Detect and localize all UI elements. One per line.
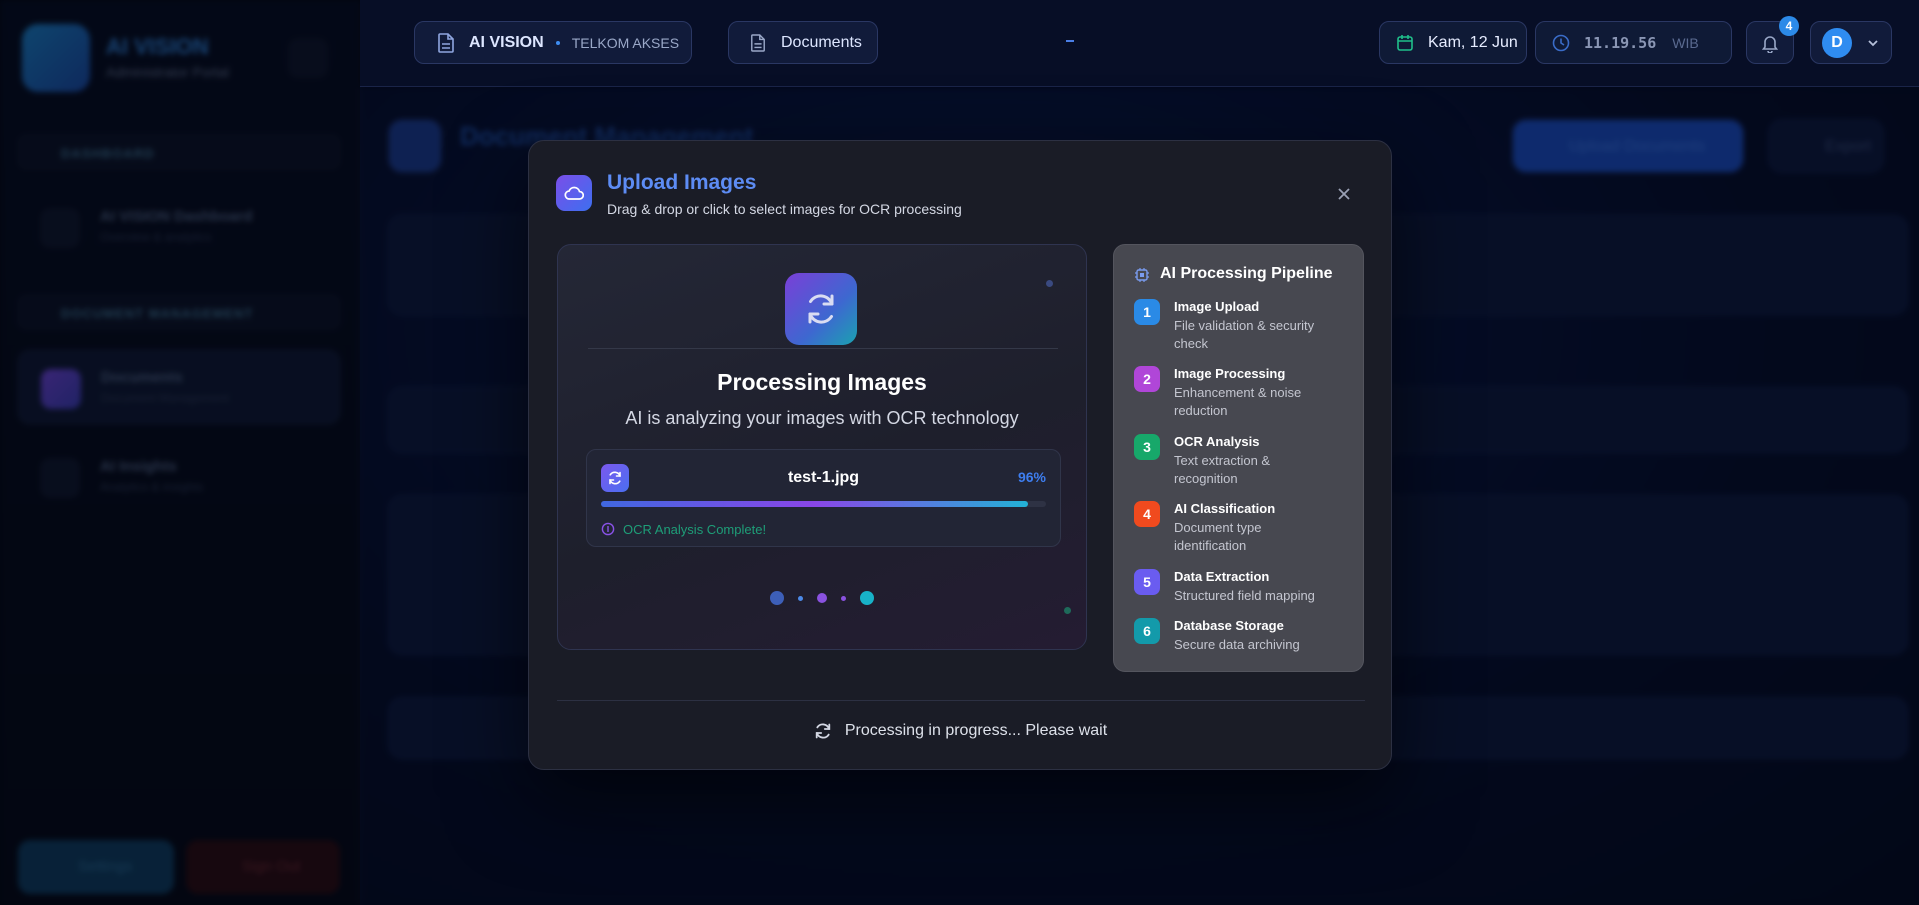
pipeline-panel: AI Processing Pipeline 1 Image Upload File… (1113, 244, 1364, 672)
step-description: Secure data archiving (1174, 637, 1300, 652)
file-progress-card: test-1.jpg 96% OCR Analysis Complete! (586, 449, 1061, 547)
date-text: Kam, 12 Jun (1428, 33, 1518, 51)
timezone-text: WIB (1672, 34, 1699, 51)
modal-subtitle: Drag & drop or click to select images fo… (607, 201, 962, 217)
notification-badge: 4 (1779, 16, 1799, 36)
document-icon (747, 32, 769, 54)
refresh-icon (815, 723, 831, 739)
step-number-badge: 1 (1134, 299, 1160, 325)
cloud-icon (556, 175, 592, 211)
time-text: 11.19.56 (1584, 33, 1657, 52)
bell-icon (1759, 32, 1781, 54)
notifications-button[interactable]: 4 (1746, 16, 1799, 64)
close-icon (1338, 188, 1350, 200)
step-number-badge: 6 (1134, 618, 1160, 644)
step-title: AI Classification (1174, 501, 1276, 516)
step-number-badge: 5 (1134, 569, 1160, 595)
close-button[interactable] (1333, 183, 1355, 205)
decorative-sparkle (1046, 280, 1053, 287)
loading-dot (860, 591, 874, 605)
modal-footer: Processing in progress... Please wait (529, 721, 1391, 741)
step-description: File validation & security check (1174, 318, 1315, 351)
step-number-badge: 4 (1134, 501, 1160, 527)
refresh-icon (785, 273, 857, 345)
loading-dot (841, 595, 846, 601)
brand-dot (555, 40, 560, 45)
loading-dot (817, 593, 827, 603)
step-title: Image Processing (1174, 366, 1286, 381)
progress-fill (601, 501, 1029, 507)
loading-dot (770, 591, 784, 605)
breadcrumb-label: Documents (781, 33, 862, 51)
document-icon (435, 32, 457, 54)
step-title: Data Extraction (1174, 569, 1270, 584)
step-description: Enhancement & noise reduction (1174, 385, 1302, 418)
date-display: Kam, 12 Jun (1379, 21, 1527, 64)
sidebar-dim-overlay (0, 0, 360, 905)
cpu-icon (1135, 268, 1149, 282)
decorative-sparkle (1064, 607, 1071, 614)
loading-dots (558, 591, 1086, 605)
pipeline-title: AI Processing Pipeline (1160, 265, 1333, 282)
chevron-down-icon (1862, 32, 1884, 54)
breadcrumb-separator (1066, 40, 1074, 42)
step-title: Database Storage (1174, 618, 1284, 633)
brand-subtitle: TELKOM AKSES (571, 34, 680, 51)
step-title: OCR Analysis (1174, 434, 1260, 449)
loading-dot (798, 595, 803, 601)
divider (557, 700, 1365, 701)
clock-icon (1550, 32, 1572, 54)
file-name: test-1.jpg (787, 469, 860, 486)
processing-subtitle: AI is analyzing your images with OCR tec… (625, 408, 1019, 428)
divider (588, 348, 1058, 349)
brand-pill[interactable]: AI VISION TELKOM AKSES (414, 21, 692, 64)
top-bar: AI VISION TELKOM AKSES Documents Kam, 12… (360, 0, 1919, 87)
step-title: Image Upload (1174, 299, 1260, 314)
calendar-icon (1394, 32, 1416, 54)
file-status: OCR Analysis Complete! (623, 522, 767, 537)
file-percent: 96% (1017, 469, 1046, 485)
time-display: 11.19.56 WIB (1535, 21, 1732, 64)
user-menu-button[interactable]: D (1810, 21, 1892, 64)
step-description: Document type identification (1174, 520, 1262, 553)
modal-title: Upload Images (607, 171, 757, 194)
upload-images-modal: Upload Images Drag & drop or click to se… (528, 140, 1392, 770)
step-description: Structured field mapping (1174, 588, 1315, 603)
step-number-badge: 3 (1134, 434, 1160, 460)
progress-bar (601, 501, 1046, 507)
step-description: Text extraction & recognition (1174, 453, 1271, 486)
avatar: D (1822, 27, 1852, 58)
processing-panel: Processing Images AI is analyzing your i… (557, 244, 1087, 650)
processing-status-text: Processing in progress... Please wait (844, 722, 1108, 739)
brand-name: AI VISION (469, 33, 544, 51)
step-number-badge: 2 (1134, 366, 1160, 392)
breadcrumb-documents[interactable]: Documents (728, 21, 878, 64)
processing-title: Processing Images (717, 369, 927, 395)
info-icon (601, 522, 615, 536)
